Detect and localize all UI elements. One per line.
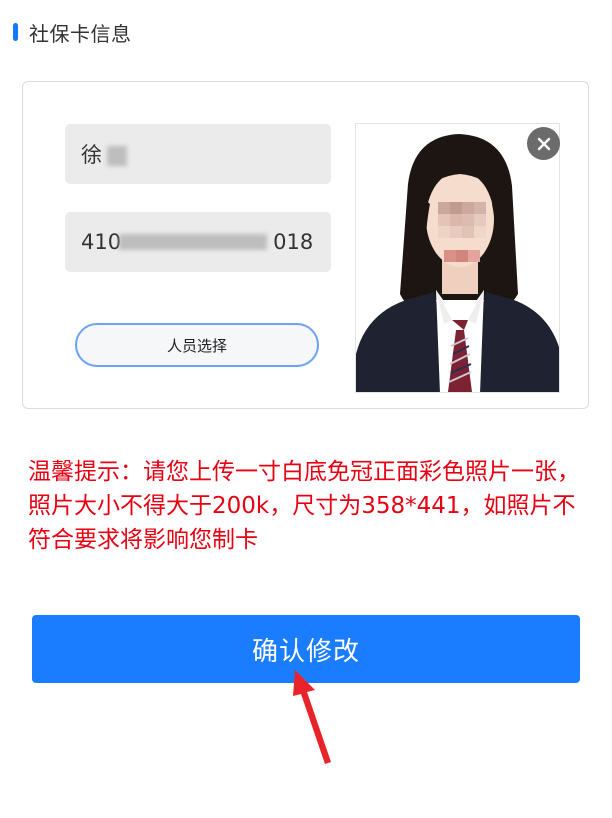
remove-photo-button[interactable] xyxy=(527,127,560,160)
id-number-field[interactable]: 410 018 xyxy=(65,212,331,272)
section-title: 社保卡信息 xyxy=(29,21,132,46)
upload-tip-text: 温馨提示：请您上传一寸白底免冠正面彩色照片一张，照片大小不得大于200k，尺寸为… xyxy=(28,459,580,553)
person-select-button[interactable]: 人员选择 xyxy=(75,323,319,367)
id-number-redaction xyxy=(119,234,267,250)
close-icon xyxy=(537,137,550,150)
name-redaction xyxy=(107,146,127,166)
portrait-image xyxy=(356,124,559,392)
name-field[interactable]: 徐 xyxy=(65,124,331,184)
id-number-suffix: 018 xyxy=(273,230,314,254)
section-accent-bar xyxy=(13,23,18,41)
social-security-card-panel: 徐 410 018 人员选择 xyxy=(22,81,589,409)
person-select-label: 人员选择 xyxy=(166,336,227,355)
id-number-prefix: 410 xyxy=(81,230,122,254)
section-header: 社保卡信息 xyxy=(13,18,132,46)
name-value: 徐 xyxy=(81,143,102,167)
confirm-modify-label: 确认修改 xyxy=(251,636,360,667)
id-photo[interactable] xyxy=(355,123,560,393)
annotation-arrow-icon xyxy=(293,670,331,764)
